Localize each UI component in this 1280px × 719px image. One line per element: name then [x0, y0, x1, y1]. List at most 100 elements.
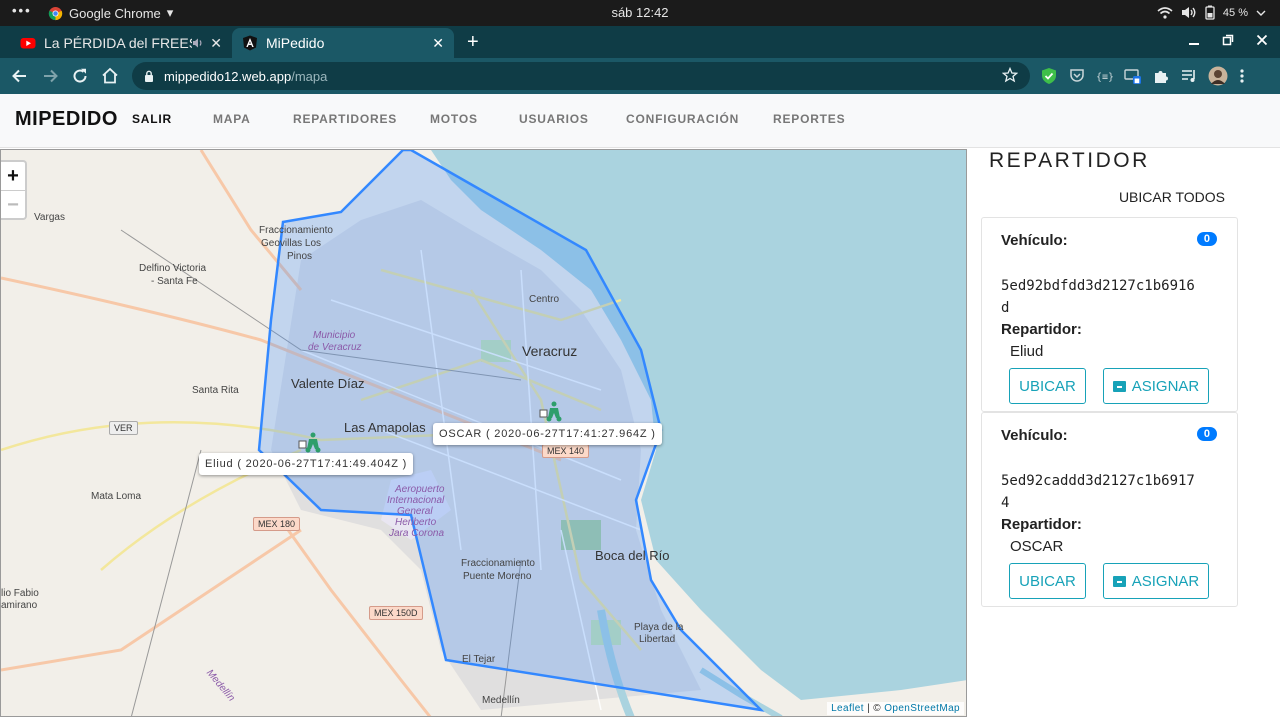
- activities-menu[interactable]: •••: [12, 3, 32, 18]
- attribution-separator: | ©: [863, 703, 885, 714]
- media-queue-icon[interactable]: [1180, 67, 1198, 85]
- tab-mipedido[interactable]: MiPedido ✕: [232, 28, 454, 58]
- map-label: Fraccionamiento: [259, 225, 333, 236]
- delivery-marker-icon[interactable]: [297, 431, 321, 453]
- leaflet-link[interactable]: Leaflet: [831, 703, 864, 714]
- road-shield: MEX 180: [253, 517, 301, 531]
- vehicle-card: Vehículo: 0 5ed92bdfdd3d2127c1b6916d Rep…: [981, 217, 1238, 412]
- map-label: Valente Díaz: [291, 376, 365, 391]
- pocket-icon[interactable]: [1068, 67, 1086, 85]
- zoom-control: + −: [1, 160, 27, 220]
- road-shield: VER: [109, 421, 138, 435]
- road-shield: MEX 140: [542, 444, 590, 458]
- vehicle-label: Vehículo:: [1001, 232, 1068, 249]
- system-tray[interactable]: 45 %: [1157, 5, 1266, 20]
- brand-logo[interactable]: MIPEDIDO: [15, 108, 118, 131]
- code-extension-icon[interactable]: {≡}: [1096, 67, 1114, 85]
- zoom-out-button[interactable]: −: [1, 190, 25, 218]
- restore-icon[interactable]: [1222, 34, 1234, 46]
- avatar[interactable]: [1208, 66, 1228, 86]
- map-label: Jara Corona: [389, 528, 445, 539]
- delivery-marker-icon[interactable]: [538, 400, 562, 422]
- map-label: Municipio: [313, 330, 356, 341]
- status-badge: 0: [1196, 427, 1217, 441]
- address-bar[interactable]: mippedido12.web.app /mapa: [132, 62, 1030, 90]
- assign-button-label: ASIGNAR: [1131, 572, 1200, 590]
- nav-configuracion[interactable]: CONFIGURACIÓN: [626, 112, 739, 126]
- zoom-in-button[interactable]: +: [1, 162, 25, 190]
- osm-link[interactable]: OpenStreetMap: [884, 703, 960, 714]
- browser-toolbar: mippedido12.web.app /mapa {≡} ■: [0, 58, 1280, 94]
- back-icon[interactable]: [10, 66, 30, 86]
- url-path: /mapa: [291, 68, 328, 84]
- nav-reportes[interactable]: REPORTES: [773, 112, 845, 126]
- shield-extension-icon[interactable]: [1040, 67, 1058, 85]
- archive-icon: [1112, 380, 1126, 392]
- map-label: Veracruz: [522, 343, 578, 359]
- clock: sáb 12:42: [611, 5, 669, 20]
- lock-icon[interactable]: [144, 70, 154, 82]
- map-label: Fraccionamiento: [461, 558, 535, 569]
- url-host: mippedido12.web.app: [164, 68, 292, 84]
- kebab-menu-icon[interactable]: [1238, 67, 1246, 85]
- locate-all-button[interactable]: UBICAR TODOS: [1119, 189, 1225, 205]
- repartidor-panel: REPARTIDOR UBICAR TODOS Vehículo: 0 5ed9…: [967, 149, 1280, 719]
- panel-title: REPARTIDOR: [989, 149, 1150, 172]
- driver-label: Repartidor:: [1001, 321, 1082, 338]
- archive-icon: [1112, 575, 1126, 587]
- app-menu[interactable]: Google Chrome ▾: [48, 5, 173, 21]
- close-icon[interactable]: ✕: [210, 35, 222, 52]
- map-label: lio Fabio: [1, 588, 39, 599]
- status-badge: 0: [1196, 232, 1217, 246]
- tab-youtube[interactable]: La PÉRDIDA del FREESTYLE ✕: [10, 28, 232, 58]
- wifi-icon: [1157, 6, 1173, 19]
- tab-strip: La PÉRDIDA del FREESTYLE ✕ MiPedido ✕ +: [0, 26, 1280, 58]
- close-icon[interactable]: ✕: [432, 35, 444, 52]
- app-navbar: MIPEDIDO SALIR MAPA REPARTIDORES MOTOS U…: [0, 94, 1280, 148]
- marker-tooltip-oscar: OSCAR ( 2020-06-27T17:41:27.964Z ): [433, 423, 662, 445]
- map-label: Boca del Río: [595, 548, 670, 563]
- map-label: El Tejar: [462, 654, 496, 665]
- nav-usuarios[interactable]: USUARIOS: [519, 112, 589, 126]
- vehicle-id: 5ed92caddd3d2127c1b69174: [1001, 473, 1195, 511]
- marker-tooltip-eliud: Eliud ( 2020-06-27T17:41:49.404Z ): [199, 453, 414, 475]
- puzzle-extensions-icon[interactable]: [1152, 67, 1170, 85]
- map-label: Puente Moreno: [463, 571, 532, 582]
- vehicle-id: 5ed92bdfdd3d2127c1b6916d: [1001, 278, 1195, 316]
- nav-repartidores[interactable]: REPARTIDORES: [293, 112, 397, 126]
- minimize-icon[interactable]: [1188, 34, 1200, 46]
- map-label: Mata Loma: [91, 491, 142, 502]
- map-container[interactable]: + − Vargas Fraccionamiento Geovillas Los…: [0, 149, 967, 717]
- close-window-icon[interactable]: [1256, 34, 1268, 46]
- locate-button-label: UBICAR: [1019, 572, 1076, 590]
- new-tab-button[interactable]: +: [467, 32, 479, 52]
- locate-button[interactable]: UBICAR: [1009, 368, 1086, 404]
- app-name: Google Chrome: [69, 5, 161, 21]
- window-controls: [1188, 34, 1268, 46]
- reload-icon[interactable]: [70, 66, 90, 86]
- nav-mapa[interactable]: MAPA: [213, 112, 251, 126]
- nav-salir[interactable]: SALIR: [132, 112, 172, 126]
- vehicle-card: Vehículo: 0 5ed92caddd3d2127c1b69174 Rep…: [981, 412, 1238, 607]
- svg-text:■: ■: [1134, 78, 1140, 85]
- nav-motos[interactable]: MOTOS: [430, 112, 478, 126]
- locate-button[interactable]: UBICAR: [1009, 563, 1086, 599]
- map-label: Libertad: [639, 634, 676, 645]
- map-label: Geovillas Los: [261, 238, 322, 249]
- angular-icon: [243, 35, 257, 51]
- audio-icon[interactable]: [192, 37, 204, 49]
- bookmark-star-icon[interactable]: [1002, 67, 1018, 83]
- youtube-icon: [20, 38, 36, 49]
- battery-icon: [1205, 5, 1215, 20]
- cast-extension-icon[interactable]: ■: [1124, 67, 1142, 85]
- vehicle-label: Vehículo:: [1001, 427, 1068, 444]
- assign-button[interactable]: ASIGNAR: [1103, 563, 1209, 599]
- driver-name: Eliud: [1010, 343, 1044, 360]
- tab-title: MiPedido: [266, 35, 325, 51]
- assign-button[interactable]: ASIGNAR: [1103, 368, 1209, 404]
- map-label: - Santa Fe: [151, 276, 198, 287]
- home-icon[interactable]: [100, 66, 120, 86]
- map-label: Medellín: [482, 695, 520, 706]
- forward-icon[interactable]: [40, 66, 60, 86]
- tab-title: La PÉRDIDA del FREESTYLE: [44, 35, 192, 51]
